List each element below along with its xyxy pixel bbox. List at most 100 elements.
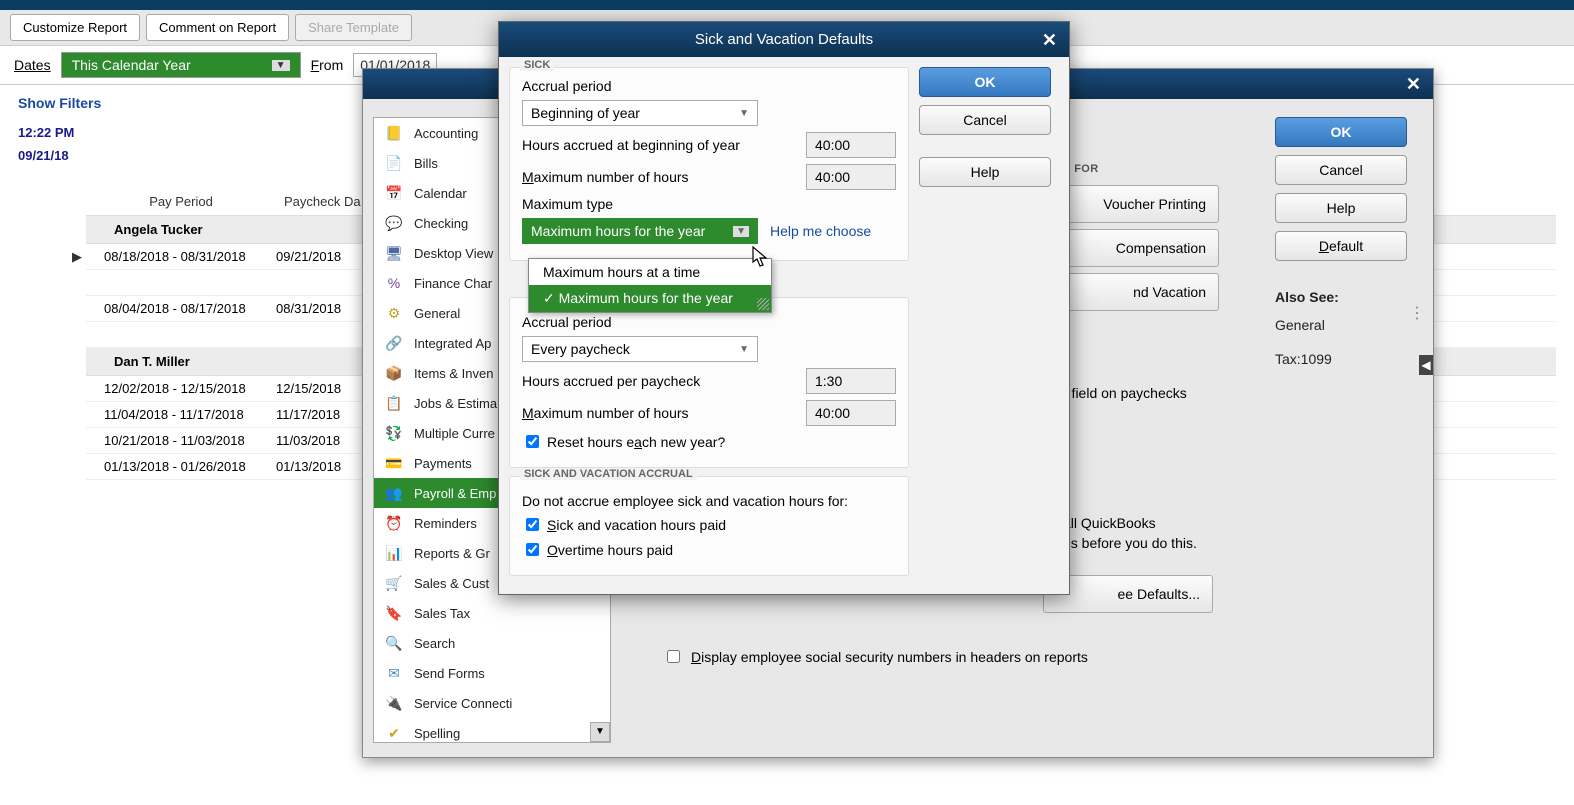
help-me-choose-link[interactable]: Help me choose xyxy=(770,223,871,239)
reset-hours-label: Reset hours each new year? xyxy=(547,434,725,450)
sidebar-item-label: Send Forms xyxy=(414,666,485,681)
sidebar-icon: 📒 xyxy=(384,123,404,143)
max-type-dropdown: Maximum hours at a time Maximum hours fo… xyxy=(528,258,772,313)
vac-accrual-period-label: Accrual period xyxy=(522,314,896,330)
sidebar-icon: 📦 xyxy=(384,363,404,383)
sick-accrual-period-select[interactable]: Beginning of year▼ xyxy=(522,100,758,126)
customize-report-button[interactable]: Customize Report xyxy=(10,14,140,41)
sidebar-icon: 🔗 xyxy=(384,333,404,353)
dropdown-option[interactable]: Maximum hours at a time xyxy=(529,259,771,285)
vac-max-hours-label: Maximum number of hours xyxy=(522,405,806,421)
max-hours-label: Maximum number of hours xyxy=(522,169,806,185)
sidebar-icon: 📊 xyxy=(384,543,404,563)
date-range-select[interactable]: This Calendar Year▼ xyxy=(61,52,301,78)
sidebar-item-label: Integrated Ap xyxy=(414,336,491,351)
sidebar-item-label: Service Connecti xyxy=(414,696,512,711)
sidebar-item-label: Checking xyxy=(414,216,468,231)
display-ssn-label: DDisplay employee social security number… xyxy=(691,649,1088,665)
close-icon[interactable]: ✕ xyxy=(1406,74,1421,95)
general-link[interactable]: General xyxy=(1275,317,1419,333)
sick-group-title: SICK xyxy=(520,59,554,71)
close-icon[interactable]: ✕ xyxy=(1042,30,1057,51)
sidebar-item[interactable]: ✔ Spelling xyxy=(374,718,610,743)
row-caret-icon: ▶ xyxy=(72,249,82,265)
hours-per-paycheck-label: Hours accrued per paycheck xyxy=(522,373,806,389)
max-type-select[interactable]: Maximum hours for the year▼ xyxy=(522,218,758,244)
sidebar-icon: 🔖 xyxy=(384,603,404,623)
sidebar-item[interactable]: 🔌 Service Connecti xyxy=(374,688,610,718)
cancel-button[interactable]: Cancel xyxy=(919,105,1051,135)
dropdown-option-selected[interactable]: Maximum hours for the year xyxy=(529,285,771,312)
overtime-paid-label: Overtime hours paid xyxy=(547,542,673,558)
sidebar-icon: 📅 xyxy=(384,183,404,203)
sidebar-item-label: Spelling xyxy=(414,726,460,741)
scroll-down-icon[interactable]: ▼ xyxy=(590,722,610,742)
compensation-button[interactable]: Compensation xyxy=(1049,229,1219,267)
sick-vac-paid-checkbox[interactable] xyxy=(526,518,539,531)
default-button[interactable]: Default xyxy=(1275,231,1407,261)
sidebar-icon: ⏰ xyxy=(384,513,404,533)
hours-accrued-boy-label: Hours accrued at beginning of year xyxy=(522,137,806,153)
sidebar-icon: 💬 xyxy=(384,213,404,233)
display-ssn-checkbox-row: DDisplay employee social security number… xyxy=(663,647,1088,666)
sick-vacation-button[interactable]: nd Vacation xyxy=(1049,273,1219,311)
display-ssn-checkbox[interactable] xyxy=(667,650,680,663)
sidebar-item-label: Payments xyxy=(414,456,472,471)
sidebar-item-label: Sales Tax xyxy=(414,606,470,621)
sidebar-item-label: Accounting xyxy=(414,126,478,141)
sidebar-item-label: General xyxy=(414,306,460,321)
hours-per-paycheck-input[interactable] xyxy=(806,368,896,394)
reset-hours-checkbox[interactable] xyxy=(526,435,539,448)
sidebar-icon: 📄 xyxy=(384,153,404,173)
sidebar-item-label: Items & Inven xyxy=(414,366,493,381)
max-type-label: Maximum type xyxy=(522,196,896,212)
sidebar-item[interactable]: 🔖 Sales Tax xyxy=(374,598,610,628)
sick-max-hours-input[interactable] xyxy=(806,164,896,190)
sidebar-icon: 🔌 xyxy=(384,693,404,713)
ok-button[interactable]: OK xyxy=(919,67,1051,97)
sidebar-item-label: Sales & Cust xyxy=(414,576,489,591)
accrual-period-label: Accrual period xyxy=(522,78,896,94)
help-button[interactable]: Help xyxy=(919,157,1051,187)
sidebar-item-label: Finance Char xyxy=(414,276,492,291)
resize-dots-icon: ⋮ xyxy=(1409,303,1425,323)
sidebar-item-label: Calendar xyxy=(414,186,467,201)
sidebar-icon: ⚙ xyxy=(384,303,404,323)
sidebar-item[interactable]: 🔍 Search xyxy=(374,628,610,658)
help-button[interactable]: Help xyxy=(1275,193,1407,223)
sidebar-icon: 👥 xyxy=(384,483,404,503)
sidebar-item-label: Reports & Gr xyxy=(414,546,490,561)
col-payperiod: Pay Period xyxy=(86,188,276,215)
sidebar-item-label: Multiple Curre xyxy=(414,426,495,441)
vac-max-hours-input[interactable] xyxy=(806,400,896,426)
sidebar-icon: % xyxy=(384,273,404,293)
sidebar-item-label: Reminders xyxy=(414,516,477,531)
overtime-paid-checkbox[interactable] xyxy=(526,543,539,556)
sidebar-item[interactable]: ✉ Send Forms xyxy=(374,658,610,688)
sidebar-icon: ✔ xyxy=(384,723,404,743)
hours-accrued-boy-input[interactable] xyxy=(806,132,896,158)
sidebar-item-label: Search xyxy=(414,636,455,651)
sick-vac-accrual-title: SICK AND VACATION ACCRUAL xyxy=(520,468,697,480)
sidebar-icon: 📋 xyxy=(384,393,404,413)
share-template-button: Share Template xyxy=(295,14,412,41)
vac-accrual-period-select[interactable]: Every paycheck▼ xyxy=(522,336,758,362)
ok-button[interactable]: OK xyxy=(1275,117,1407,147)
panel-collapse-caret[interactable]: ◀ xyxy=(1419,355,1433,375)
sidebar-item-label: Desktop View xyxy=(414,246,493,261)
modal-title: Sick and Vacation Defaults ✕ xyxy=(499,22,1069,57)
sidebar-icon: 🖥 xyxy=(384,243,404,263)
sidebar-icon: 🛒 xyxy=(384,573,404,593)
tax1099-link[interactable]: Tax:1099 xyxy=(1275,351,1419,367)
field-paychecks-text: r field on paychecks xyxy=(1063,385,1243,401)
sidebar-item-label: Bills xyxy=(414,156,438,171)
cancel-button[interactable]: Cancel xyxy=(1275,155,1407,185)
sidebar-icon: 🔍 xyxy=(384,633,404,653)
voucher-printing-button[interactable]: Voucher Printing xyxy=(1049,185,1219,223)
sidebar-icon: 💱 xyxy=(384,423,404,443)
comment-report-button[interactable]: Comment on Report xyxy=(146,14,289,41)
sick-vac-paid-label: Sick and vacation hours paid xyxy=(547,517,726,533)
dates-label: Dates xyxy=(14,57,51,73)
also-see-label: Also See: xyxy=(1275,289,1419,305)
sidebar-icon: ✉ xyxy=(384,663,404,683)
